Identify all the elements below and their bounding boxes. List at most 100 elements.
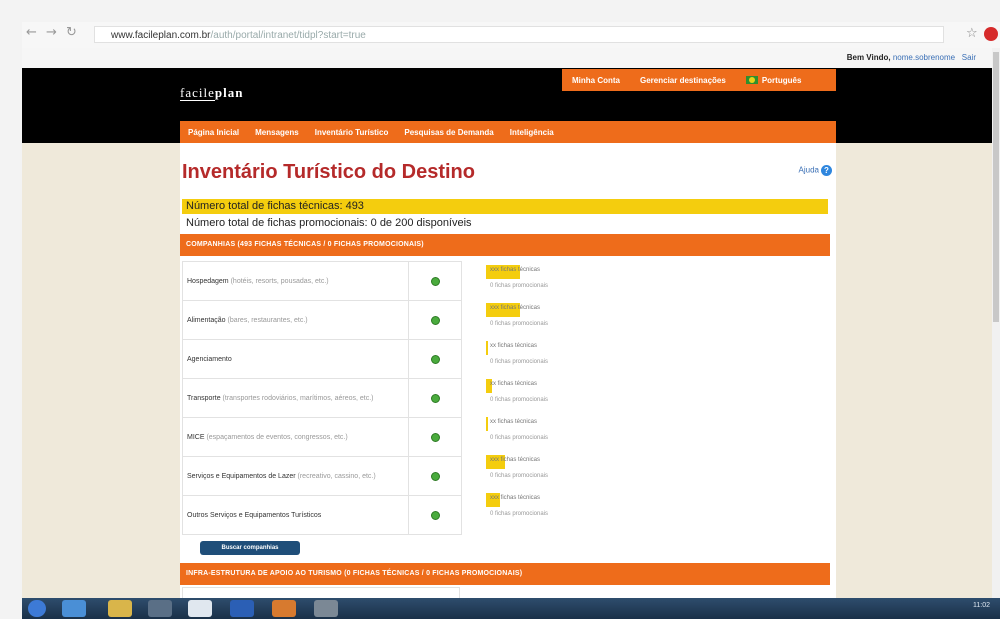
records-bar-item: xxx fichas técnicas 0 fichas promocionais — [486, 491, 606, 529]
table-row[interactable]: Agenciamento — [183, 340, 461, 379]
category-examples: (transportes rodoviários, marítimos, aér… — [222, 394, 374, 402]
main-content: Inventário Turístico do Destino Ajuda? N… — [180, 143, 836, 598]
category-name: Alimentação — [187, 316, 226, 324]
language-selector[interactable]: Português — [736, 76, 812, 85]
category-cell: Agenciamento — [183, 340, 409, 378]
category-examples: (bares, restaurantes, etc.) — [227, 316, 308, 324]
welcome-text: Bem Vindo, nome.sobrenome Sair — [847, 53, 976, 62]
my-account-link[interactable]: Minha Conta — [562, 76, 630, 85]
table-row[interactable]: Transporte (transportes rodoviários, mar… — [183, 379, 461, 418]
category-name: Agenciamento — [187, 355, 232, 363]
chrome-taskbar-icon[interactable] — [188, 600, 212, 617]
extension-icon[interactable] — [984, 27, 998, 41]
nav-item-home[interactable]: Página Inicial — [180, 128, 247, 137]
table-row[interactable]: Alimentação (bares, restaurantes, etc.) — [183, 301, 461, 340]
total-technical-records: Número total de fichas técnicas: 493 — [182, 199, 828, 214]
url-bar[interactable]: www.facileplan.com.br/auth/portal/intran… — [94, 26, 944, 43]
page-scrollbar[interactable] — [992, 48, 1000, 598]
tools-menu: Minha Conta Gerenciar destinações Portug… — [562, 69, 836, 91]
category-cell: Outros Serviços e Equipamentos Turístico… — [183, 496, 409, 534]
status-cell — [409, 457, 461, 495]
manage-destinations-link[interactable]: Gerenciar destinações — [630, 76, 736, 85]
tech-records-label: xx fichas técnicas — [490, 419, 538, 425]
tech-records-label: xxx fichas técnicas — [490, 267, 541, 273]
user-name-link[interactable]: nome.sobrenome — [893, 53, 955, 62]
app-taskbar-icon[interactable] — [148, 600, 172, 617]
powerpoint-taskbar-icon[interactable] — [272, 600, 296, 617]
category-name: Transporte — [187, 394, 221, 402]
table-row[interactable]: MICE (espaçamentos de eventos, congresso… — [183, 418, 461, 457]
browser-toolbar: ← → ↻ www.facileplan.com.br/auth/portal/… — [22, 22, 1000, 49]
category-cell: MICE (espaçamentos de eventos, congresso… — [183, 418, 409, 456]
records-bars: xxx fichas técnicas 0 fichas promocionais… — [486, 263, 606, 529]
reload-icon[interactable]: ↻ — [66, 25, 77, 40]
records-bar-item: xx fichas técnicas 0 fichas promocionais — [486, 415, 606, 453]
status-cell — [409, 262, 461, 300]
category-cell: Transporte (transportes rodoviários, mar… — [183, 379, 409, 417]
records-bar-item: xx fichas técnicas 0 fichas promocionais — [486, 339, 606, 377]
table-row[interactable]: Serviços e Equipamentos de Lazer (recrea… — [183, 457, 461, 496]
facileplan-logo[interactable]: facileplan — [180, 85, 243, 101]
section-companies-header[interactable]: COMPANHIAS (493 FICHAS TÉCNICAS / 0 FICH… — [180, 234, 830, 256]
category-examples: (espaçamentos de eventos, congressos, et… — [206, 433, 348, 441]
promo-records-label: 0 fichas promocionais — [490, 283, 549, 289]
tech-records-label: xx fichas técnicas — [490, 343, 538, 349]
help-link[interactable]: Ajuda? — [799, 165, 832, 176]
green-check-icon — [430, 354, 440, 364]
records-bar-item: xxx fichas técnicas 0 fichas promocionais — [486, 301, 606, 339]
welcome-label: Bem Vindo, — [846, 53, 891, 62]
forward-icon[interactable]: → — [46, 25, 57, 40]
tech-records-label: xx fichas técnicas — [490, 381, 538, 387]
category-name: MICE — [187, 433, 205, 441]
system-clock[interactable]: 11:02 — [973, 602, 990, 609]
os-taskbar: 11:02 — [22, 598, 1000, 619]
category-name: Outros Serviços e Equipamentos Turístico… — [187, 511, 322, 519]
logo-text-bold: plan — [214, 85, 244, 100]
green-check-icon — [430, 315, 440, 325]
green-check-icon — [430, 276, 440, 286]
nav-item-intelligence[interactable]: Inteligência — [502, 128, 562, 137]
url-path: /auth/portal/intranet/tidpl?start=true — [210, 30, 366, 41]
brazil-flag-icon — [745, 76, 758, 85]
category-examples: (hotéis, resorts, pousadas, etc.) — [230, 277, 329, 285]
search-companies-button[interactable]: Buscar companhias — [200, 541, 300, 555]
nav-item-messages[interactable]: Mensagens — [247, 128, 307, 137]
green-check-icon — [430, 393, 440, 403]
start-button-icon[interactable] — [28, 600, 46, 617]
help-icon: ? — [821, 165, 832, 176]
status-cell — [409, 340, 461, 378]
nav-item-demand-research[interactable]: Pesquisas de Demanda — [396, 128, 501, 137]
table-row[interactable]: Hospedagem (hotéis, resorts, pousadas, e… — [183, 262, 461, 301]
section-infrastructure-header[interactable]: INFRA-ESTRUTURA DE APOIO AO TURISMO (0 F… — [180, 563, 830, 585]
ie-taskbar-icon[interactable] — [62, 600, 86, 617]
main-nav: Página Inicial Mensagens Inventário Turí… — [180, 121, 836, 143]
tech-records-label: xxx fichas técnicas — [490, 495, 541, 501]
logout-link[interactable]: Sair — [962, 53, 976, 62]
promo-records-label: 0 fichas promocionais — [490, 473, 549, 479]
word-taskbar-icon[interactable] — [230, 600, 254, 617]
folder-taskbar-icon[interactable] — [108, 600, 132, 617]
scrollbar-thumb[interactable] — [993, 52, 999, 322]
page-title: Inventário Turístico do Destino — [182, 161, 475, 183]
category-cell: Serviços e Equipamentos de Lazer (recrea… — [183, 457, 409, 495]
tech-records-label: xxx fichas técnicas — [490, 457, 541, 463]
records-bar-fill — [486, 341, 489, 355]
page-viewport: Bem Vindo, nome.sobrenome Sair facilepla… — [22, 48, 1000, 598]
categories-table: Hospedagem (hotéis, resorts, pousadas, e… — [182, 261, 462, 535]
back-icon[interactable]: ← — [26, 25, 37, 40]
green-check-icon — [430, 510, 440, 520]
nav-item-inventory[interactable]: Inventário Turístico — [307, 128, 397, 137]
table-row[interactable]: Outros Serviços e Equipamentos Turístico… — [183, 496, 461, 534]
infrastructure-table-top — [182, 587, 460, 598]
green-check-icon — [430, 432, 440, 442]
total-promotional-records: Número total de fichas promocionais: 0 d… — [186, 217, 472, 229]
app2-taskbar-icon[interactable] — [314, 600, 338, 617]
category-name: Serviços e Equipamentos de Lazer — [187, 472, 296, 480]
records-bar-item: xx fichas técnicas 0 fichas promocionais — [486, 377, 606, 415]
screenshot-frame: ← → ↻ www.facileplan.com.br/auth/portal/… — [0, 0, 1000, 619]
promo-records-label: 0 fichas promocionais — [490, 359, 549, 365]
bookmark-star-icon[interactable]: ☆ — [966, 26, 978, 41]
promo-records-label: 0 fichas promocionais — [490, 321, 549, 327]
status-cell — [409, 379, 461, 417]
records-bar-fill — [486, 417, 489, 431]
